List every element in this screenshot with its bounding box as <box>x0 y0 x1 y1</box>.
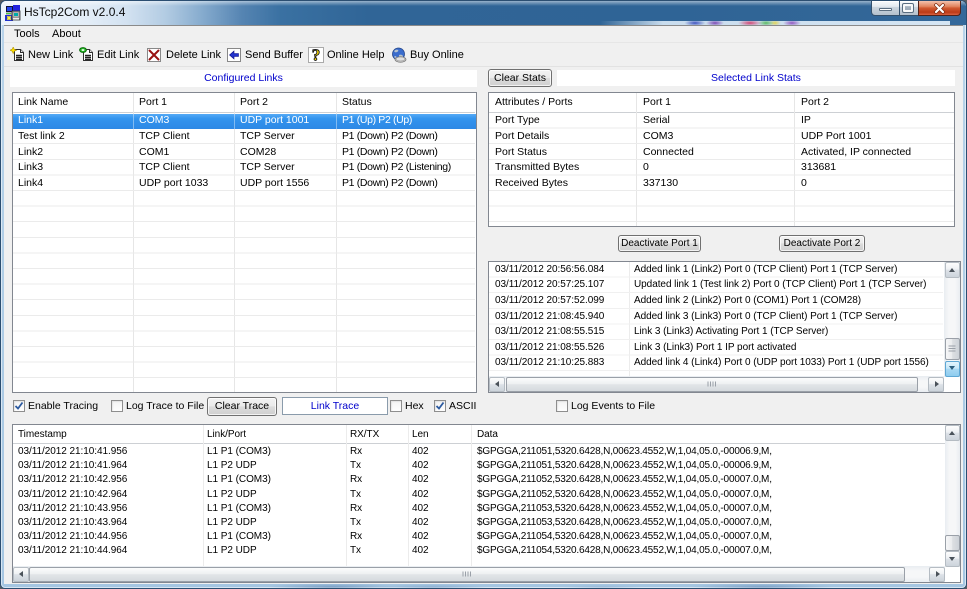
svg-text:?: ? <box>312 47 321 63</box>
